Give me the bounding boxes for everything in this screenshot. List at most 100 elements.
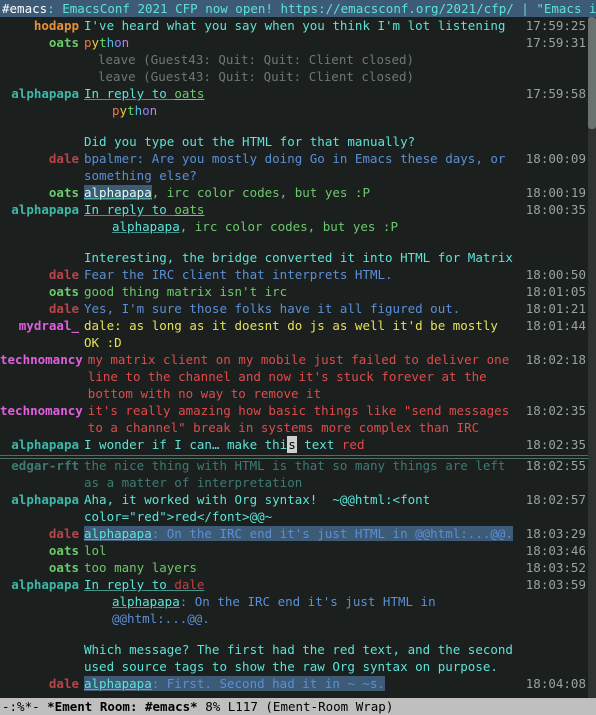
message-log[interactable]: hodapp I've heard what you say when you … [0, 17, 588, 698]
nick-dale[interactable]: dale [0, 300, 84, 317]
mention-alphapapa[interactable]: alphapapa [84, 676, 152, 691]
message-row: oats good thing matrix isn't irc 18:01:0… [0, 283, 588, 300]
message-text: I've heard what you say when you think I… [84, 17, 588, 34]
channel-name[interactable]: #emacs [2, 1, 47, 16]
nick-oats[interactable]: oats [0, 184, 84, 201]
nick-alphapapa[interactable]: alphapapa [0, 201, 84, 218]
timestamp: 18:02:35 [526, 402, 588, 419]
nick-dale[interactable]: dale [0, 525, 84, 542]
message-text: In reply to dale alphapapa: On the IRC e… [84, 576, 588, 627]
timestamp: 18:01:44 [526, 317, 588, 334]
modeline-modes: (Ement-Room Wrap) [265, 699, 393, 714]
message-text: Which message? The first had the red tex… [84, 641, 588, 675]
message-row: Did you type out the HTML for that manua… [0, 119, 588, 150]
timestamp: 18:03:46 [526, 542, 588, 559]
leave-text: leave (Guest43: Quit: Quit: Client close… [84, 68, 588, 85]
message-row: dale Fear the IRC client that interprets… [0, 266, 588, 283]
message-text: bpalmer: Are you mostly doing Go in Emac… [84, 150, 588, 184]
message-row: Which message? The first had the red tex… [0, 627, 588, 675]
message-text: python [84, 34, 588, 51]
mention-alphapapa[interactable]: alphapapa [84, 526, 152, 541]
nick-oats[interactable]: oats [0, 559, 84, 576]
nick-dale[interactable]: dale [0, 150, 84, 167]
message-row: alphapapa In reply to dale alphapapa: On… [0, 576, 588, 627]
timestamp: 18:01:21 [526, 300, 588, 317]
nick-oats[interactable]: oats [0, 34, 84, 51]
nick-alphapapa[interactable]: alphapapa [0, 85, 84, 102]
timestamp: 18:01:05 [526, 283, 588, 300]
timestamp: 18:00:09 [526, 150, 588, 167]
message-text: Fear the IRC client that interprets HTML… [84, 266, 588, 283]
message-row: dale Yes, I'm sure those folks have it a… [0, 300, 588, 317]
message-text: it's really amazing how basic things lik… [88, 402, 588, 436]
nick-mydraal[interactable]: mydraal_ [0, 317, 84, 334]
timestamp: 18:00:19 [526, 184, 588, 201]
mention-alphapapa[interactable]: alphapapa [84, 185, 152, 200]
read-marker [0, 455, 588, 456]
message-text: In reply to oats python [84, 85, 588, 119]
message-row: oats alphapapa, irc color codes, but yes… [0, 184, 588, 201]
nick-edgar-rft[interactable]: edgar-rft [0, 457, 84, 474]
message-row: dale bpalmer: Are you mostly doing Go in… [0, 150, 588, 184]
leave-text: leave (Guest43: Quit: Quit: Client close… [84, 51, 588, 68]
channel-topic: #emacs: EmacsConf 2021 CFP now open! htt… [0, 0, 596, 17]
timestamp: 18:03:29 [526, 525, 588, 542]
timestamp: 17:59:31 [526, 34, 588, 51]
nick-hodapp[interactable]: hodapp [0, 17, 84, 34]
nick-technomancy[interactable]: technomancy [0, 402, 88, 419]
modeline-position: 8% L117 [198, 699, 266, 714]
reply-link[interactable]: In reply to [84, 202, 174, 217]
message-text: too many layers [84, 559, 588, 576]
buffer-name[interactable]: *Ement Room: #emacs* [47, 699, 198, 714]
mention-alphapapa[interactable]: alphapapa [112, 219, 180, 234]
timestamp: 18:02:57 [526, 491, 588, 508]
message-row: alphapapa In reply to oats python 17:59:… [0, 85, 588, 119]
message-text: good thing matrix isn't irc [84, 283, 588, 300]
message-text: the nice thing with HTML is that so many… [84, 457, 588, 491]
message-row: alphapapa Aha, it worked with Org syntax… [0, 491, 588, 525]
message-text: alphapapa: On the IRC end it's just HTML… [84, 525, 588, 542]
message-row: oats python 17:59:31 [0, 34, 588, 51]
timestamp: 18:02:35 [526, 436, 588, 453]
message-text: alphapapa, irc color codes, but yes :P [84, 184, 588, 201]
message-row: oats too many layers 18:03:52 [0, 559, 588, 576]
message-text: my matrix client on my mobile just faile… [88, 351, 588, 402]
timestamp: 18:04:08 [526, 675, 588, 692]
message-text: lol [84, 542, 588, 559]
nick-oats[interactable]: oats [0, 283, 84, 300]
reply-link[interactable]: In reply to [84, 86, 174, 101]
nick-oats[interactable]: oats [0, 542, 84, 559]
message-text: Did you type out the HTML for that manua… [84, 133, 588, 150]
message-row: Interesting, the bridge converted it int… [0, 235, 588, 266]
message-row: dale alphapapa: First. Second had it in … [0, 675, 588, 692]
timestamp: 18:00:50 [526, 266, 588, 283]
nick-alphapapa[interactable]: alphapapa [0, 576, 84, 593]
mention-alphapapa[interactable]: alphapapa [112, 594, 180, 609]
message-text: Interesting, the bridge converted it int… [84, 249, 588, 266]
message-row: technomancy my matrix client on my mobil… [0, 351, 588, 402]
timestamp: 17:59:25 [526, 17, 588, 34]
nick-alphapapa[interactable]: alphapapa [0, 491, 84, 508]
mode-line: -:%*- *Ement Room: #emacs* 8% L117 (Emen… [0, 698, 596, 715]
reply-target[interactable]: dale [174, 577, 204, 592]
timestamp: 18:03:59 [526, 576, 588, 593]
leave-event: leave (Guest43: Quit: Quit: Client close… [0, 68, 588, 85]
reply-target[interactable]: oats [174, 86, 204, 101]
nick-dale[interactable]: dale [0, 675, 84, 692]
reply-link[interactable]: In reply to [84, 577, 174, 592]
nick-dale[interactable]: dale [0, 266, 84, 283]
message-row: alphapapa I wonder if I can… make this t… [0, 436, 588, 453]
nick-alphapapa[interactable]: alphapapa [0, 436, 84, 453]
scrollbar-thumb[interactable] [588, 17, 596, 129]
message-row: oats lol 18:03:46 [0, 542, 588, 559]
message-text: In reply to oats alphapapa, irc color co… [84, 201, 588, 235]
message-row: technomancy it's really amazing how basi… [0, 402, 588, 436]
nick-technomancy[interactable]: technomancy [0, 351, 88, 368]
leave-event: leave (Guest43: Quit: Quit: Client close… [0, 51, 588, 68]
message-row: alphapapa In reply to oats alphapapa, ir… [0, 201, 588, 235]
modeline-state: -:%*- [2, 699, 47, 714]
reply-target[interactable]: oats [174, 202, 204, 217]
timestamp: 17:59:58 [526, 85, 588, 102]
message-row: edgar-rft the nice thing with HTML is th… [0, 457, 588, 491]
scrollbar[interactable] [588, 17, 596, 698]
